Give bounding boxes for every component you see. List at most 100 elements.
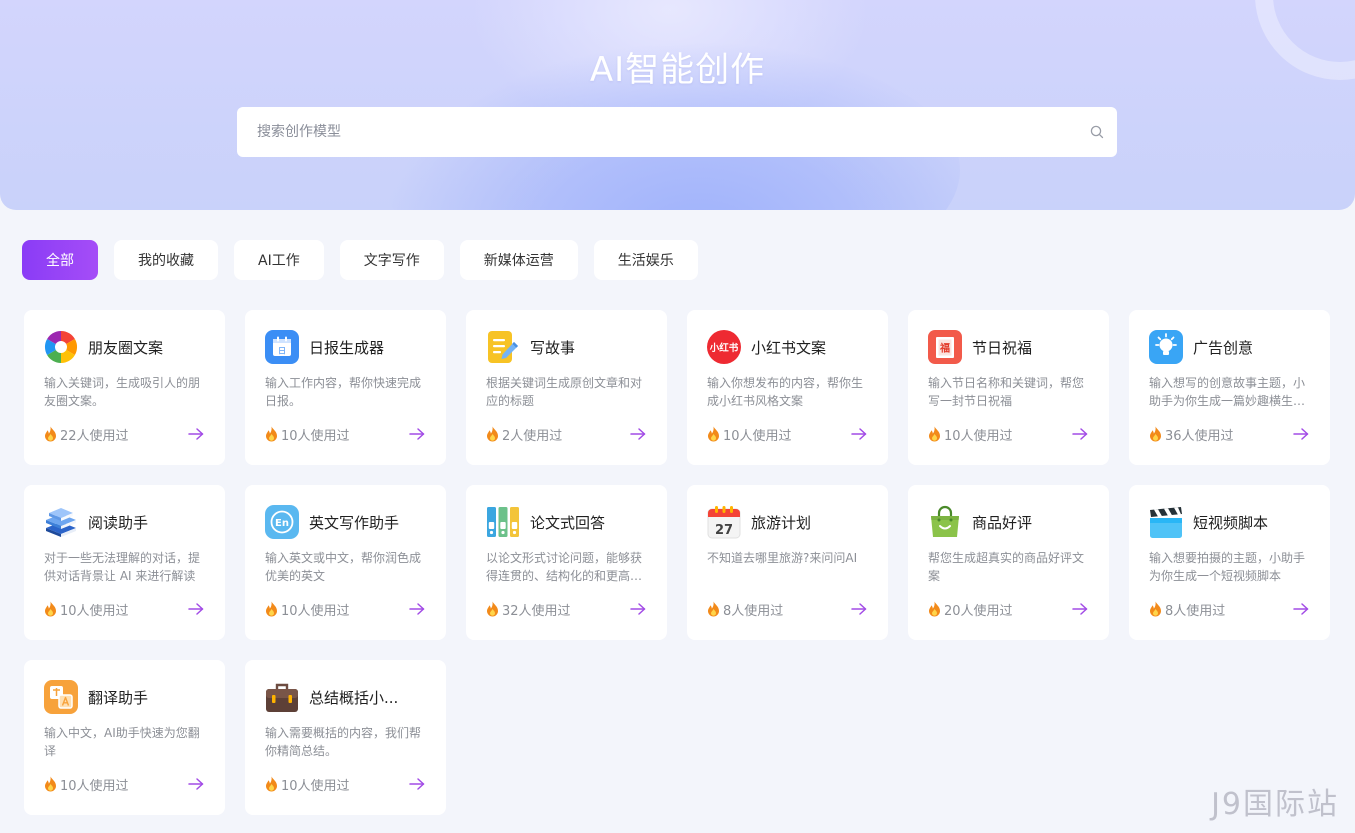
tab-lifestyle[interactable]: 生活娱乐 <box>593 240 698 280</box>
card-description: 输入你想发布的内容，帮你生成小红书风格文案 <box>707 376 864 408</box>
model-card[interactable]: 总结概括小... 输入需要概括的内容，我们帮你精简总结。 10人使用过 <box>245 660 446 815</box>
arrow-right-icon[interactable] <box>1292 600 1310 618</box>
card-footer: 8人使用过 <box>1149 600 1310 619</box>
lightbulb-icon <box>1149 330 1183 364</box>
usage-text: 22人使用过 <box>60 428 129 444</box>
model-card[interactable]: 福 节日祝福 输入节日名称和关键词，帮您写一封节日祝福 10人使用过 <box>908 310 1109 465</box>
fire-icon <box>928 426 941 442</box>
fire-icon <box>486 601 499 617</box>
tab-favorites[interactable]: 我的收藏 <box>114 240 218 280</box>
usage-text: 10人使用过 <box>281 778 350 794</box>
arrow-right-icon[interactable] <box>629 600 647 618</box>
model-card-grid: 朋友圈文案 输入关键词，生成吸引人的朋友圈文案。 22人使用过 日 日报生成器 … <box>24 310 1330 815</box>
fire-icon <box>707 601 720 617</box>
card-description: 以论文形式讨论问题，能够获得连贯的、结构化的和更高质量的回答 <box>486 551 643 583</box>
card-description: 输入想写的创意故事主题，小助手为你生成一篇妙趣横生的广告创意 <box>1149 376 1306 408</box>
model-card[interactable]: 广告创意 输入想写的创意故事主题，小助手为你生成一篇妙趣横生的广告创意 36人使… <box>1129 310 1330 465</box>
fire-icon <box>44 426 57 442</box>
calendar-number-glyph: 27 <box>715 523 733 538</box>
card-description: 对于一些无法理解的对话，提供对话背景让 AI 来进行解读 <box>44 551 201 583</box>
card-title: 总结概括小... <box>309 689 399 707</box>
fire-icon <box>44 601 57 617</box>
card-footer: 10人使用过 <box>44 775 205 794</box>
fire-icon <box>486 426 499 442</box>
usage-text: 32人使用过 <box>502 603 571 619</box>
card-title: 写故事 <box>530 339 576 357</box>
tab-new-media[interactable]: 新媒体运营 <box>459 240 578 280</box>
usage-count: 10人使用过 <box>265 600 350 619</box>
model-card[interactable]: En 英文写作助手 输入英文或中文，帮你润色成优美的英文 10人使用过 <box>245 485 446 640</box>
card-title: 英文写作助手 <box>309 514 400 532</box>
usage-count: 2人使用过 <box>486 425 562 444</box>
arrow-right-icon[interactable] <box>187 600 205 618</box>
arrow-right-icon[interactable] <box>408 600 426 618</box>
model-card[interactable]: 小红书 小红书文案 输入你想发布的内容，帮你生成小红书风格文案 10人使用过 <box>687 310 888 465</box>
model-card[interactable]: 朋友圈文案 输入关键词，生成吸引人的朋友圈文案。 22人使用过 <box>24 310 225 465</box>
model-card[interactable]: 商品好评 帮您生成超真实的商品好评文案 20人使用过 <box>908 485 1109 640</box>
card-footer: 10人使用过 <box>265 425 426 444</box>
card-footer: 36人使用过 <box>1149 425 1310 444</box>
card-description: 帮您生成超真实的商品好评文案 <box>928 551 1085 583</box>
fire-icon <box>707 426 720 442</box>
arrow-right-icon[interactable] <box>1071 425 1089 443</box>
model-card[interactable]: 日 日报生成器 输入工作内容，帮你快速完成日报。 10人使用过 <box>245 310 446 465</box>
english-icon: En <box>265 505 299 539</box>
model-card[interactable]: 论文式回答 以论文形式讨论问题，能够获得连贯的、结构化的和更高质量的回答 32人… <box>466 485 667 640</box>
card-title: 节日祝福 <box>972 339 1033 357</box>
card-description: 输入节日名称和关键词，帮您写一封节日祝福 <box>928 376 1085 408</box>
usage-text: 10人使用过 <box>281 603 350 619</box>
english-glyph: En <box>275 518 289 529</box>
card-title: 旅游计划 <box>751 514 812 532</box>
arrow-right-icon[interactable] <box>187 425 205 443</box>
card-footer: 10人使用过 <box>44 600 205 619</box>
usage-text: 20人使用过 <box>944 603 1013 619</box>
usage-count: 8人使用过 <box>1149 600 1225 619</box>
arrow-right-icon[interactable] <box>187 775 205 793</box>
fire-icon <box>1149 601 1162 617</box>
model-card[interactable]: 写故事 根据关键词生成原创文章和对应的标题 2人使用过 <box>466 310 667 465</box>
arrow-right-icon[interactable] <box>408 425 426 443</box>
usage-count: 10人使用过 <box>265 425 350 444</box>
fire-icon <box>265 776 278 792</box>
model-card[interactable]: 翻译助手 输入中文，AI助手快速为您翻译 10人使用过 <box>24 660 225 815</box>
search-input[interactable] <box>237 107 1077 157</box>
binders-icon <box>486 505 520 539</box>
card-description: 不知道去哪里旅游?来问问AI <box>707 551 858 565</box>
arrow-right-icon[interactable] <box>408 775 426 793</box>
page-title: AI智能创作 <box>589 50 766 90</box>
hero-banner: AI智能创作 <box>0 0 1355 210</box>
usage-text: 10人使用过 <box>281 428 350 444</box>
arrow-right-icon[interactable] <box>850 425 868 443</box>
search-box[interactable] <box>237 107 1117 157</box>
card-title: 商品好评 <box>972 514 1033 532</box>
fire-icon <box>928 601 941 617</box>
tab-writing[interactable]: 文字写作 <box>339 240 444 280</box>
model-card[interactable]: 阅读助手 对于一些无法理解的对话，提供对话背景让 AI 来进行解读 10人使用过 <box>24 485 225 640</box>
card-description: 根据关键词生成原创文章和对应的标题 <box>486 376 643 408</box>
arrow-right-icon[interactable] <box>1292 425 1310 443</box>
card-title: 小红书文案 <box>751 339 827 357</box>
blessing-icon: 福 <box>928 330 962 364</box>
card-title: 短视频脚本 <box>1193 514 1269 532</box>
arrow-right-icon[interactable] <box>1071 600 1089 618</box>
tab-all[interactable]: 全部 <box>22 240 98 280</box>
model-card[interactable]: 短视频脚本 输入想要拍摄的主题，小助手为你生成一个短视频脚本 8人使用过 <box>1129 485 1330 640</box>
card-footer: 20人使用过 <box>928 600 1089 619</box>
fire-icon <box>44 776 57 792</box>
usage-count: 10人使用过 <box>265 775 350 794</box>
fire-icon <box>1149 426 1162 442</box>
aperture-icon <box>44 330 78 364</box>
card-description: 输入英文或中文，帮你润色成优美的英文 <box>265 551 422 583</box>
arrow-right-icon[interactable] <box>850 600 868 618</box>
usage-text: 8人使用过 <box>1165 603 1226 619</box>
card-footer: 2人使用过 <box>486 425 647 444</box>
arrow-right-icon[interactable] <box>629 425 647 443</box>
model-card[interactable]: 27 旅游计划 不知道去哪里旅游?来问问AI 8人使用过 <box>687 485 888 640</box>
search-icon[interactable] <box>1077 107 1117 157</box>
tab-ai-work[interactable]: AI工作 <box>234 240 324 280</box>
fire-icon <box>265 601 278 617</box>
category-tabs: 全部 我的收藏 AI工作 文字写作 新媒体运营 生活娱乐 <box>22 240 698 280</box>
usage-count: 10人使用过 <box>707 425 792 444</box>
card-title: 朋友圈文案 <box>88 339 164 357</box>
usage-text: 2人使用过 <box>502 428 563 444</box>
